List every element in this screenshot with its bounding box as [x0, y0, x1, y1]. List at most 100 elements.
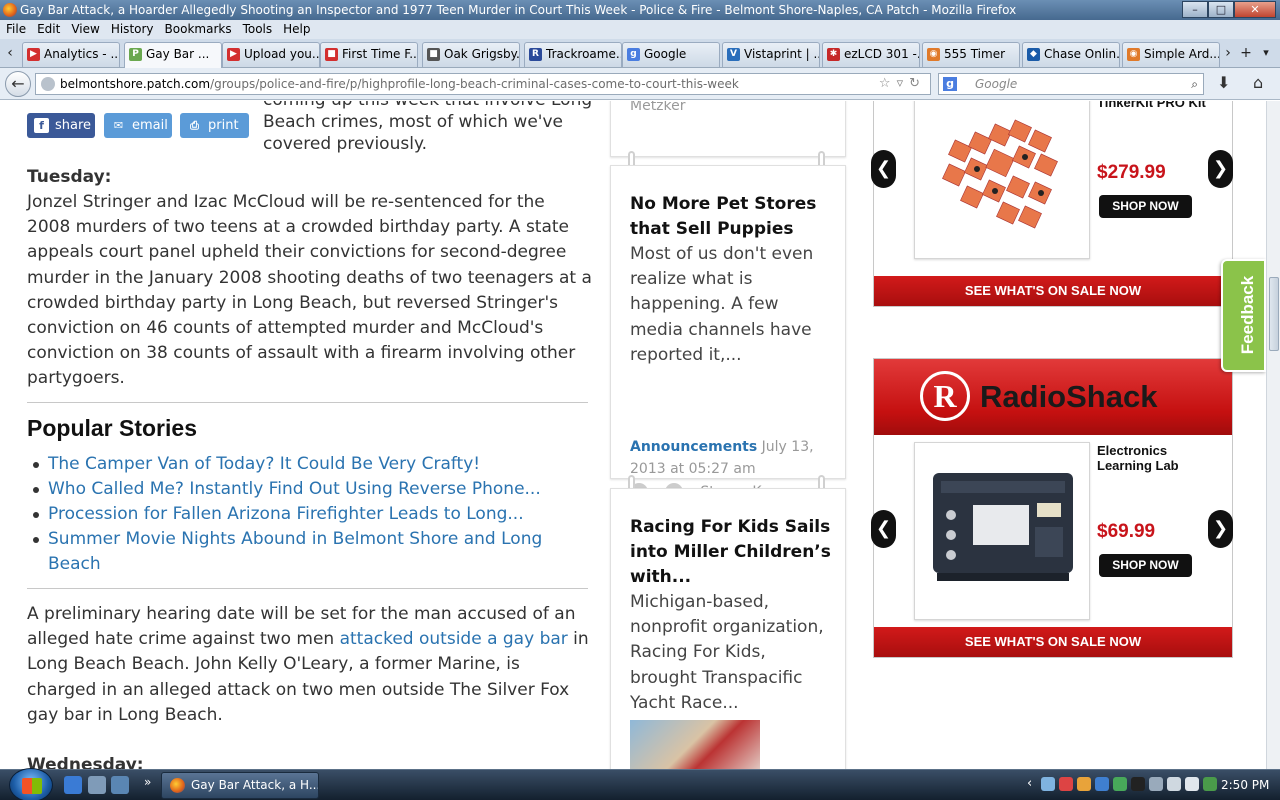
network-icon[interactable] [1167, 777, 1181, 791]
ad-radioshack[interactable]: R RadioShack Electronics Learning Lab $6… [871, 358, 1233, 658]
quicklaunch-expand-icon[interactable]: » [144, 775, 151, 789]
tray-app-icon[interactable] [1149, 777, 1163, 791]
menu-view[interactable]: View [71, 20, 99, 39]
internet-explorer-icon[interactable] [64, 776, 82, 794]
google-search-engine-icon[interactable]: g [943, 77, 957, 91]
menu-bookmarks[interactable]: Bookmarks [165, 20, 232, 39]
scrollbar-thumb[interactable] [1269, 277, 1279, 351]
tab[interactable]: ◆ Chase Onlin... [1022, 42, 1120, 67]
new-tab-icon[interactable]: + [1238, 42, 1254, 64]
tray-app-icon[interactable] [1041, 777, 1055, 791]
story-card-pet-stores[interactable]: No More Pet Stores that Sell Puppies Mos… [610, 165, 846, 501]
menu-bar: File Edit View History Bookmarks Tools H… [0, 20, 1280, 39]
shop-now-button[interactable]: SHOP NOW [1099, 195, 1192, 218]
bookmark-star-icon[interactable]: ☆ [879, 76, 897, 91]
menu-edit[interactable]: Edit [37, 20, 60, 39]
product-name[interactable]: TinkerKit PRO Kit [1097, 101, 1207, 110]
carousel-next-icon[interactable]: ❯ [1208, 150, 1233, 188]
tray-app-icon[interactable] [1059, 777, 1073, 791]
popular-story-link[interactable]: The Camper Van of Today? It Could Be Ver… [27, 452, 587, 477]
divider [27, 402, 588, 403]
product-image[interactable] [914, 442, 1090, 620]
product-image[interactable] [914, 101, 1090, 259]
back-button[interactable]: ← [5, 71, 31, 97]
menu-file[interactable]: File [6, 20, 26, 39]
facebook-share-button[interactable]: f share [27, 113, 95, 138]
tab[interactable]: ✱ ezLCD 301 -... [822, 42, 920, 67]
story-card-top[interactable]: Metzker [610, 101, 846, 157]
taskbar-firefox-window[interactable]: Gay Bar Attack, a H... [161, 772, 319, 799]
volume-icon[interactable] [1185, 777, 1199, 791]
carousel-prev-icon[interactable]: ❮ [871, 510, 896, 548]
clock[interactable]: 2:50 PM [1221, 770, 1269, 800]
vertical-scrollbar[interactable] [1266, 101, 1280, 769]
carousel-next-icon[interactable]: ❯ [1208, 510, 1233, 548]
tab-list-icon[interactable]: ▾ [1258, 42, 1274, 64]
tab-label: Simple Ard... [1144, 47, 1220, 61]
site-identity-icon[interactable] [41, 77, 55, 91]
tab-scroll-right-icon[interactable]: › [1220, 42, 1236, 64]
menu-tools[interactable]: Tools [243, 20, 273, 39]
tray-app-icon[interactable] [1113, 777, 1127, 791]
story-card-racing-for-kids[interactable]: Racing For Kids Sails into Miller Childr… [610, 488, 846, 769]
tab[interactable]: ▶ Analytics - ... [22, 42, 120, 67]
popular-stories-list: The Camper Van of Today? It Could Be Ver… [27, 452, 587, 577]
download-icon[interactable]: ⬇ [1217, 73, 1230, 92]
shop-now-button[interactable]: SHOP NOW [1099, 554, 1192, 577]
card-title[interactable]: No More Pet Stores that Sell Puppies [630, 192, 835, 242]
start-button[interactable] [9, 768, 53, 800]
tab[interactable]: ◉ 555 Timer [922, 42, 1020, 67]
tab[interactable]: ◉ Simple Ard... [1122, 42, 1220, 67]
ad-tinkerkit[interactable]: TinkerKit PRO Kit $279.99 SHOP NOW ❮ ❯ S… [871, 101, 1233, 307]
sale-banner-link[interactable]: SEE WHAT'S ON SALE NOW [874, 627, 1232, 657]
tab[interactable]: g Google [622, 42, 720, 67]
tab[interactable]: ▶ Upload you... [222, 42, 320, 67]
maximize-button[interactable]: □ [1208, 1, 1234, 18]
close-button[interactable]: ✕ [1234, 1, 1276, 18]
tab-bar: ‹ ▶ Analytics - ... P Gay Bar ... ▶ Upload yo… [0, 39, 1280, 68]
battery-icon[interactable] [1203, 777, 1217, 791]
menu-history[interactable]: History [111, 20, 154, 39]
minimize-button[interactable]: – [1182, 1, 1208, 18]
tab[interactable]: ■ Oak Grigsby... [422, 42, 520, 67]
feedback-tab[interactable]: Feedback [1221, 259, 1266, 372]
product-name[interactable]: Electronics Learning Lab [1097, 443, 1207, 473]
tab-label: First Time F... [342, 47, 418, 61]
tab-label: ezLCD 301 -... [844, 47, 920, 61]
tray-app-icon[interactable] [1131, 777, 1145, 791]
tab[interactable]: V Vistaprint | ... [722, 42, 820, 67]
carousel-prev-icon[interactable]: ❮ [871, 150, 896, 188]
radioshack-banner[interactable]: R RadioShack [874, 359, 1232, 435]
popular-story-link[interactable]: Summer Movie Nights Abound in Belmont Sh… [27, 527, 587, 577]
email-share-button[interactable]: ✉ email [104, 113, 172, 138]
tab[interactable]: ■ First Time F... [320, 42, 418, 67]
switch-windows-icon[interactable] [111, 776, 129, 794]
url-bar[interactable]: belmontshore.patch.com/groups/police-and… [35, 73, 931, 95]
menu-help[interactable]: Help [283, 20, 310, 39]
tab-label: Oak Grigsby... [444, 47, 520, 61]
radioshack-logo-icon: R [920, 371, 970, 421]
popular-story-link[interactable]: Who Called Me? Instantly Find Out Using … [27, 477, 587, 502]
card-title[interactable]: Racing For Kids Sails into Miller Childr… [630, 515, 835, 590]
gay-bar-attack-link[interactable]: attacked outside a gay bar [340, 629, 568, 649]
tab[interactable]: R Trackroame... [524, 42, 622, 67]
show-desktop-icon[interactable] [88, 776, 106, 794]
print-button[interactable]: ⎙ print [180, 113, 249, 138]
reload-icon[interactable]: ↻ [909, 76, 926, 91]
product-price: $69.99 [1097, 521, 1156, 542]
tab-scroll-left-icon[interactable]: ‹ [2, 42, 18, 64]
tab[interactable]: P Gay Bar ... [124, 42, 222, 68]
tray-app-icon[interactable] [1077, 777, 1091, 791]
tray-app-icon[interactable] [1095, 777, 1109, 791]
title-bar: Gay Bar Attack, a Hoarder Allegedly Shoo… [0, 0, 1280, 20]
product-price: $279.99 [1097, 162, 1166, 183]
search-input[interactable]: g Google ⌕ [938, 73, 1204, 95]
tray-expand-icon[interactable]: ‹ [1027, 776, 1032, 791]
card-category[interactable]: Announcements [630, 439, 757, 455]
popular-story-link[interactable]: Procession for Fallen Arizona Firefighte… [27, 502, 587, 527]
story-thumbnail[interactable] [630, 720, 760, 769]
search-icon[interactable]: ⌕ [1191, 74, 1198, 94]
url-dropdown-icon[interactable]: ▿ [897, 76, 910, 91]
sale-banner-link[interactable]: SEE WHAT'S ON SALE NOW [874, 276, 1232, 306]
home-icon[interactable]: ⌂ [1253, 73, 1263, 92]
